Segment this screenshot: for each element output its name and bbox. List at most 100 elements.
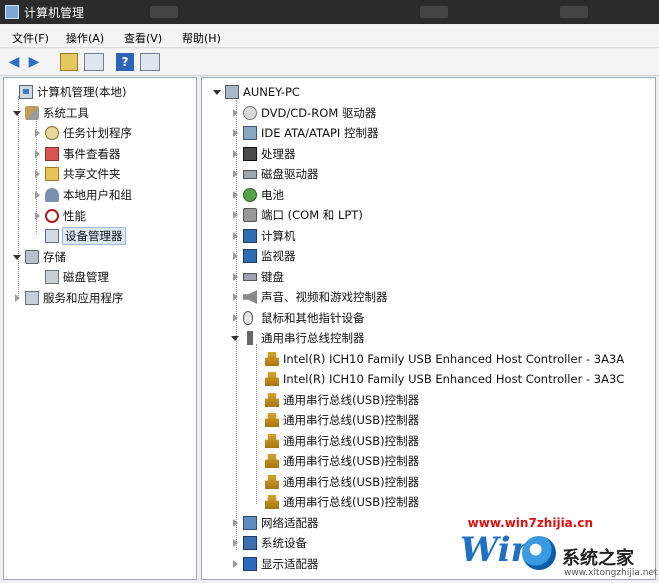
menu-help[interactable]: 帮助(H) [182, 30, 221, 46]
device-category[interactable]: 监视器 [230, 247, 296, 265]
device-category-usb[interactable]: 通用串行总线控制器 [230, 329, 365, 347]
expand-toggle-icon[interactable] [230, 292, 240, 302]
tree-item-performance[interactable]: 性能 [32, 207, 86, 225]
usb-device[interactable]: 通用串行总线(USB)控制器 [252, 493, 419, 511]
expand-toggle-icon[interactable] [32, 128, 42, 138]
expand-toggle-icon[interactable] [12, 293, 22, 303]
expand-toggle-icon[interactable] [230, 272, 240, 282]
tree-item-label: 通用串行总线(USB)控制器 [283, 393, 420, 407]
tree-item-label: 计算机管理(本地) [37, 85, 127, 99]
usb-device[interactable]: Intel(R) ICH10 Family USB Enhanced Host … [252, 350, 624, 368]
speaker-icon [243, 290, 257, 304]
expand-toggle-icon[interactable] [12, 252, 22, 262]
properties-icon[interactable] [140, 53, 160, 71]
watermark-brand: 系统之家 [562, 548, 634, 569]
usb-device[interactable]: 通用串行总线(USB)控制器 [252, 411, 419, 429]
expand-toggle-icon[interactable] [230, 210, 240, 220]
tree-item-shared-folders[interactable]: 共享文件夹 [32, 165, 121, 183]
tree-item-label: 任务计划程序 [63, 126, 132, 140]
tree-item-label: 服务和应用程序 [43, 291, 124, 305]
usb-warning-icon [265, 454, 279, 468]
usb-device[interactable]: 通用串行总线(USB)控制器 [252, 473, 419, 491]
tree-item-label: 事件查看器 [63, 147, 121, 161]
tree-item-label: 系统设备 [261, 536, 307, 550]
expand-toggle-icon[interactable] [230, 518, 240, 528]
device-category[interactable]: 计算机 [230, 227, 296, 245]
tree-item-local-users[interactable]: 本地用户和组 [32, 186, 132, 204]
expand-toggle-icon[interactable] [32, 211, 42, 221]
disk-management-icon [45, 270, 59, 284]
expand-toggle-icon[interactable] [230, 169, 240, 179]
usb-device[interactable]: Intel(R) ICH10 Family USB Enhanced Host … [252, 370, 624, 388]
expand-toggle-icon[interactable] [230, 333, 240, 343]
expand-toggle-icon[interactable] [230, 559, 240, 569]
tree-item-label: Intel(R) ICH10 Family USB Enhanced Host … [283, 372, 625, 386]
tree-line [18, 96, 19, 296]
expand-toggle-icon[interactable] [230, 190, 240, 200]
expand-toggle-icon[interactable] [32, 190, 42, 200]
usb-warning-icon [265, 475, 279, 489]
expand-toggle-icon[interactable] [212, 87, 222, 97]
tree-item-label: 显示适配器 [261, 557, 319, 571]
device-category[interactable]: 键盘 [230, 268, 284, 286]
help-icon[interactable]: ? [116, 53, 134, 71]
menu-file[interactable]: 文件(F) [12, 30, 49, 46]
menu-bar: 文件(F) 操作(A) 查看(V) 帮助(H) [0, 26, 659, 48]
expand-toggle-icon[interactable] [230, 313, 240, 323]
tree-item-label: 磁盘管理 [63, 270, 109, 284]
device-category[interactable]: 显示适配器 [230, 555, 319, 573]
forward-arrow-icon[interactable]: ▶ [26, 53, 42, 71]
device-category[interactable]: DVD/CD-ROM 驱动器 [230, 104, 376, 122]
network-adapter-icon [243, 516, 257, 530]
tree-item-label: 本地用户和组 [63, 188, 132, 202]
window-title: 计算机管理 [24, 6, 85, 20]
expand-toggle-icon[interactable] [230, 128, 240, 138]
expand-toggle-icon[interactable] [230, 149, 240, 159]
device-category[interactable]: 磁盘驱动器 [230, 165, 319, 183]
tree-item-task-scheduler[interactable]: 任务计划程序 [32, 124, 132, 142]
device-category[interactable]: 网络适配器 [230, 514, 319, 532]
menu-action[interactable]: 操作(A) [66, 30, 104, 46]
tree-item-label: 通用串行总线(USB)控制器 [283, 434, 420, 448]
device-tree-pane[interactable]: AUNEY-PC DVD/CD-ROM 驱动器 IDE ATA/ATAPI 控制… [201, 77, 656, 580]
usb-warning-icon [265, 352, 279, 366]
port-icon [243, 208, 257, 222]
usb-device[interactable]: 通用串行总线(USB)控制器 [252, 391, 419, 409]
tree-item-storage[interactable]: 存储 [12, 248, 66, 266]
device-category[interactable]: 鼠标和其他指针设备 [230, 309, 365, 327]
tools-icon [25, 106, 39, 120]
show-hide-tree-icon[interactable] [84, 53, 104, 71]
device-category[interactable]: 电池 [230, 186, 284, 204]
expand-toggle-icon[interactable] [32, 169, 42, 179]
console-tree-pane[interactable]: 计算机管理(本地) 系统工具 任务计划程序 事件查看器 共享文件夹 本地用户和组… [3, 77, 197, 580]
expand-toggle-icon[interactable] [230, 108, 240, 118]
usb-icon [247, 331, 253, 345]
menu-view[interactable]: 查看(V) [124, 30, 162, 46]
device-category[interactable]: 声音、视频和游戏控制器 [230, 288, 388, 306]
expand-toggle-icon[interactable] [230, 251, 240, 261]
device-category[interactable]: 端口 (COM 和 LPT) [230, 206, 363, 224]
expand-toggle-icon[interactable] [12, 108, 22, 118]
tree-item-event-viewer[interactable]: 事件查看器 [32, 145, 121, 163]
back-arrow-icon[interactable]: ◀ [6, 53, 22, 71]
expand-toggle-icon[interactable] [32, 149, 42, 159]
expand-toggle-icon[interactable] [230, 538, 240, 548]
device-category[interactable]: 处理器 [230, 145, 296, 163]
device-category[interactable]: 系统设备 [230, 534, 307, 552]
shared-folder-icon [45, 167, 59, 181]
expand-toggle-icon[interactable] [230, 231, 240, 241]
tree-item-services-apps[interactable]: 服务和应用程序 [12, 289, 124, 307]
tree-item-device-manager[interactable]: 设备管理器 [32, 227, 126, 245]
tree-item-label: 鼠标和其他指针设备 [261, 311, 365, 325]
up-folder-icon[interactable] [60, 53, 78, 71]
tree-item-disk-management[interactable]: 磁盘管理 [32, 268, 109, 286]
tree-item-label: 键盘 [261, 270, 284, 284]
tree-item-system-tools[interactable]: 系统工具 [12, 104, 89, 122]
system-devices-icon [243, 536, 257, 550]
usb-device[interactable]: 通用串行总线(USB)控制器 [252, 432, 419, 450]
device-category[interactable]: IDE ATA/ATAPI 控制器 [230, 124, 378, 142]
usb-device[interactable]: 通用串行总线(USB)控制器 [252, 452, 419, 470]
tree-item-computer-management[interactable]: 计算机管理(本地) [6, 83, 126, 101]
display-adapter-icon [243, 557, 257, 571]
device-root-pc[interactable]: AUNEY-PC [212, 83, 300, 101]
